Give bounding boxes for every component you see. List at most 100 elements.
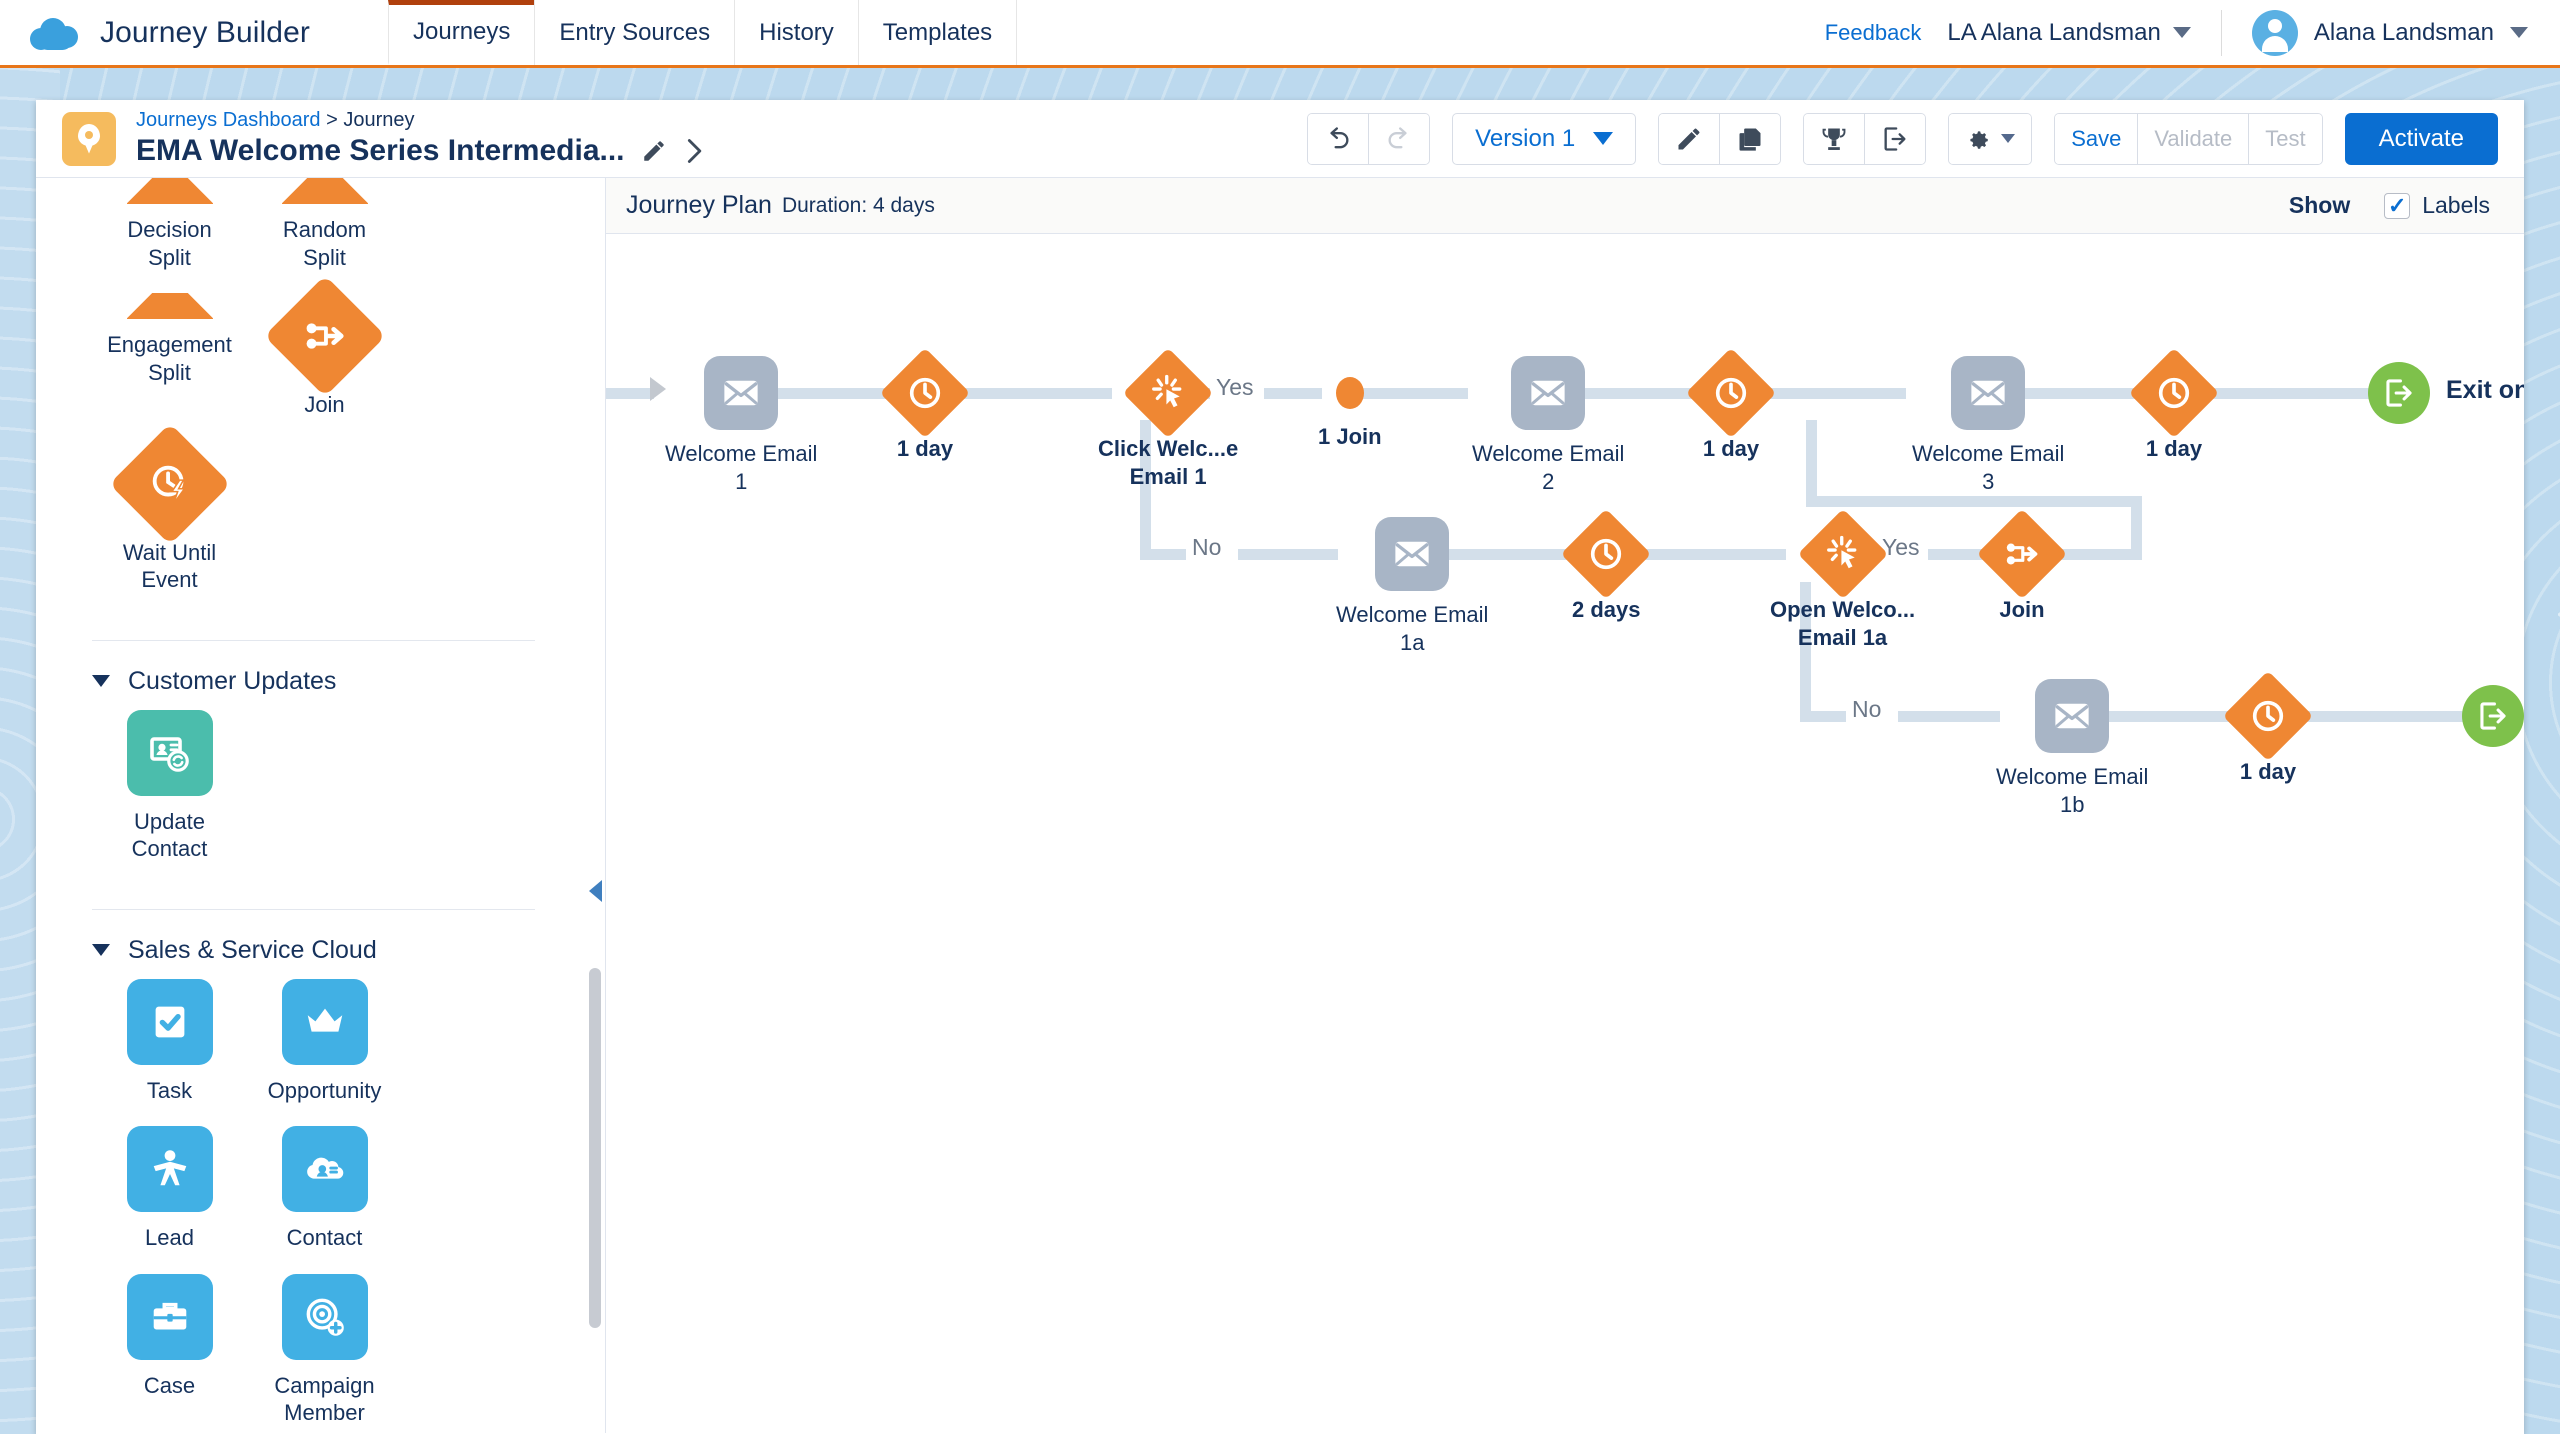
palette-scroll[interactable]: Decision Split Random Split Engagement S… bbox=[36, 178, 591, 1433]
email-icon bbox=[1511, 356, 1586, 430]
chevron-left-icon bbox=[588, 880, 602, 902]
journey-plan-duration: Duration: 4 days bbox=[781, 193, 935, 217]
palette-item-task[interactable]: Task bbox=[92, 978, 247, 1105]
check-icon: ✓ bbox=[2388, 192, 2407, 218]
node-welcome-email-2[interactable]: Welcome Email 2 bbox=[1472, 356, 1624, 496]
palette-section-splits: Decision Split Random Split Engagement S… bbox=[36, 178, 591, 641]
trophy-icon[interactable] bbox=[1804, 113, 1866, 164]
sidebar-collapse-handle[interactable] bbox=[584, 868, 605, 914]
tab-history[interactable]: History bbox=[734, 0, 859, 65]
exit-icon[interactable] bbox=[1865, 113, 1926, 164]
tab-journeys[interactable]: Journeys bbox=[388, 0, 536, 65]
tab-entry-sources[interactable]: Entry Sources bbox=[534, 0, 736, 65]
goals-exit-group bbox=[1803, 112, 1927, 165]
wait-until-event-icon bbox=[108, 422, 231, 545]
edge-wait2d-open1a bbox=[1636, 549, 1786, 560]
node-wait-1-day-b[interactable]: 1 day bbox=[1685, 347, 1777, 463]
user-menu[interactable]: Alana Landsman bbox=[2222, 9, 2560, 56]
node-open-welcome-email-1a[interactable]: Open Welco... Email 1a bbox=[1770, 508, 1915, 652]
pencil-tool-icon[interactable] bbox=[1659, 113, 1721, 164]
palette-item-engagement-split[interactable]: Engagement Split bbox=[92, 293, 247, 419]
chevron-down-icon bbox=[2510, 27, 2528, 38]
node-label: Welcome Email 2 bbox=[1472, 441, 1625, 495]
top-navigation-bar: Journey Builder Journeys Entry Sources H… bbox=[0, 0, 2560, 68]
node-label: 1 day bbox=[2239, 759, 2297, 784]
chevron-down-icon bbox=[92, 944, 110, 956]
node-click-welcome-email-1[interactable]: Click Welc...e Email 1 bbox=[1098, 347, 1239, 491]
tab-history-label: History bbox=[759, 18, 834, 46]
palette-item-decision-split[interactable]: Decision Split bbox=[92, 178, 247, 271]
palette-item-wait-until-event[interactable]: Wait Until Event bbox=[92, 422, 247, 594]
branch-label-no-2: No bbox=[1846, 696, 1888, 723]
node-label: 1 day bbox=[896, 436, 954, 461]
palette-item-label: Update Contact bbox=[131, 808, 208, 862]
node-welcome-email-1b[interactable]: Welcome Email 1b bbox=[1996, 679, 2148, 819]
edge-entry bbox=[606, 388, 654, 399]
update-contact-icon bbox=[126, 709, 213, 796]
node-wait-1-day-c[interactable]: 1 day bbox=[2128, 347, 2220, 463]
org-switcher[interactable]: LA Alana Landsman bbox=[1947, 9, 2222, 56]
exit-icon bbox=[2462, 685, 2524, 747]
tab-templates[interactable]: Templates bbox=[857, 0, 1018, 65]
save-button[interactable]: Save bbox=[2055, 113, 2139, 164]
section-header-customer-updates[interactable]: Customer Updates bbox=[92, 641, 535, 710]
node-wait-1-day-a[interactable]: 1 day bbox=[879, 347, 971, 463]
exit-icon bbox=[2368, 362, 2430, 424]
sidebar-scrollbar-thumb[interactable] bbox=[589, 968, 601, 1328]
labels-checkbox[interactable]: ✓ Labels bbox=[2384, 192, 2490, 219]
node-label: Welcome Email 3 bbox=[1912, 441, 2065, 495]
palette-item-join[interactable]: Join bbox=[247, 275, 402, 419]
palette-item-case[interactable]: Case bbox=[92, 1273, 247, 1427]
brand-title: Journey Builder bbox=[100, 15, 310, 49]
palette-item-update-contact[interactable]: Update Contact bbox=[92, 709, 247, 863]
palette-item-lead[interactable]: Lead bbox=[92, 1126, 247, 1252]
pencil-icon[interactable] bbox=[641, 138, 667, 164]
gear-icon[interactable] bbox=[1949, 113, 2032, 164]
wait-clock-icon bbox=[1560, 508, 1652, 600]
node-wait-1-day-d[interactable]: 1 day bbox=[2222, 670, 2314, 786]
copy-icon[interactable] bbox=[1720, 113, 1781, 164]
salesforce-cloud-logo bbox=[28, 15, 82, 51]
flow-canvas[interactable]: Yes No Yes No Welcome Email 1 1 day Clic… bbox=[606, 234, 2524, 1433]
redo-icon bbox=[1369, 113, 1430, 164]
breadcrumb-dashboard-link[interactable]: Journeys Dashboard bbox=[136, 109, 321, 131]
settings-group bbox=[1948, 112, 2033, 165]
palette-grid-customer-updates: Update Contact bbox=[92, 709, 535, 885]
checkbox-box: ✓ bbox=[2384, 192, 2411, 219]
node-welcome-email-1[interactable]: Welcome Email 1 bbox=[665, 356, 817, 496]
node-welcome-email-3[interactable]: Welcome Email 3 bbox=[1912, 356, 2064, 496]
section-header-sales-service-cloud[interactable]: Sales & Service Cloud bbox=[92, 910, 535, 979]
version-select[interactable]: Version 1 bbox=[1452, 112, 1637, 165]
section-title: Customer Updates bbox=[128, 666, 337, 695]
activity-palette-sidebar: Decision Split Random Split Engagement S… bbox=[36, 178, 606, 1433]
node-wait-2-days[interactable]: 2 days bbox=[1560, 508, 1652, 624]
node-label: Join bbox=[1999, 597, 2045, 622]
palette-item-contact[interactable]: Contact bbox=[247, 1126, 402, 1252]
lead-person-icon bbox=[126, 1126, 213, 1212]
engagement-split-icon bbox=[1797, 508, 1888, 600]
palette-item-random-split[interactable]: Random Split bbox=[247, 178, 402, 271]
node-join-dot-1[interactable]: 1 Join bbox=[1318, 377, 1382, 451]
palette-item-campaign-member[interactable]: Campaign Member bbox=[247, 1273, 402, 1427]
node-exit-day-3[interactable] bbox=[2368, 362, 2430, 424]
node-welcome-email-1a[interactable]: Welcome Email 1a bbox=[1336, 517, 1488, 657]
breadcrumb-separator: > bbox=[326, 109, 338, 131]
chevron-right-icon[interactable] bbox=[683, 137, 705, 165]
edge-wait3-exit3 bbox=[2204, 388, 2370, 399]
feedback-link[interactable]: Feedback bbox=[1825, 20, 1922, 46]
edge-open1a-no-horizontal bbox=[1800, 711, 1850, 722]
node-label: Welcome Email 1 bbox=[665, 441, 818, 495]
email-icon bbox=[2035, 679, 2110, 753]
node-join-2[interactable]: Join bbox=[1976, 508, 2068, 624]
edge-no-we1a bbox=[1238, 549, 1338, 560]
decision-split-icon bbox=[126, 178, 213, 204]
journey-header: Journeys Dashboard > Journey EMA Welcome… bbox=[36, 100, 2524, 178]
node-label: Click Welc...e Email 1 bbox=[1098, 436, 1239, 490]
palette-item-opportunity[interactable]: Opportunity bbox=[247, 978, 402, 1105]
node-exit-day-4[interactable] bbox=[2462, 685, 2524, 747]
join-dot-icon bbox=[1335, 377, 1364, 409]
join-icon bbox=[1976, 508, 2068, 600]
undo-icon[interactable] bbox=[1308, 113, 1370, 164]
palette-item-label: Random Split bbox=[282, 217, 367, 270]
activate-button[interactable]: Activate bbox=[2344, 112, 2498, 165]
